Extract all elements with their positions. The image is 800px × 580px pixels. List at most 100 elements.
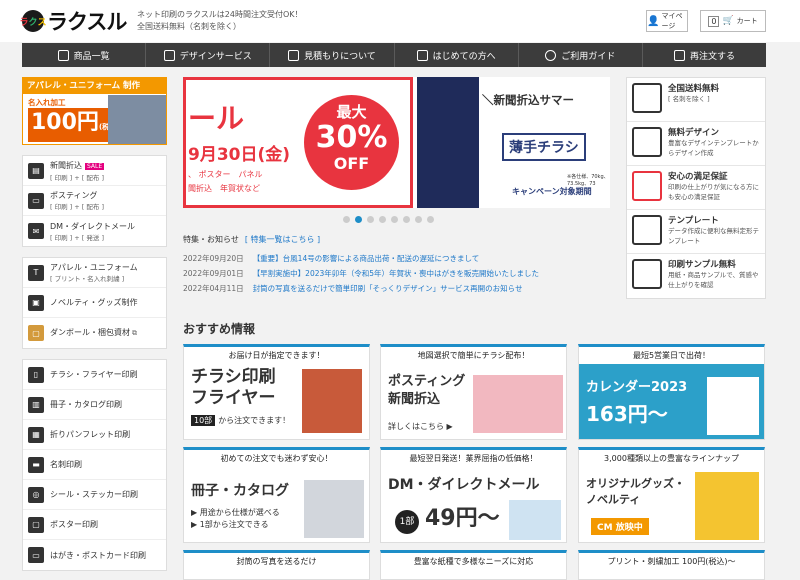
nav-label: はじめての方へ xyxy=(432,51,496,62)
cart-label: カート xyxy=(736,17,758,25)
card-note: ▶ 用途から仕様が選べる xyxy=(191,508,280,517)
sidebar-item-booklet[interactable]: ▥ 冊子・カタログ印刷 xyxy=(23,390,166,420)
card-embroidery[interactable]: プリント・刺繍加工 100円(税込)〜 xyxy=(578,550,765,580)
card-novelty[interactable]: 3,000種類以上の豊富なラインナップ オリジナルグッズ・ ノベルティ CM 放… xyxy=(578,447,765,543)
slide-newspaper-summer[interactable]: ＼新聞折込サマー 薄手チラシ ※各仕様、70kg、73.5kg、73 キャンペー… xyxy=(417,77,610,208)
nav-label: ご利用ガイド xyxy=(561,51,616,62)
feature-free-design[interactable]: 無料デザイン 豊富なデザインテンプレートからデザイン作成 xyxy=(627,122,765,166)
sidebar-item-sub: [ 印刷 ] + [ 発送 ] xyxy=(50,233,104,242)
feature-title: 印刷サンプル無料 xyxy=(668,260,736,270)
mypage-button[interactable]: 👤 マイページ xyxy=(646,10,688,32)
slider-dot-active[interactable] xyxy=(355,216,362,223)
card-flyer[interactable]: お届け日が指定できます！ チラシ印刷 フライヤー 10部 から注文できます！ xyxy=(183,344,370,440)
slider-dot[interactable] xyxy=(343,216,350,223)
news-item[interactable]: 2022年09月20日 【重要】台風14号の影響による商品出荷・配送の遅延につきま… xyxy=(183,251,613,266)
news-title[interactable]: 【重要】台風14号の影響による商品出荷・配送の遅延につきまして xyxy=(253,253,480,264)
cart-count: 0 xyxy=(708,15,720,27)
design-icon xyxy=(632,127,662,157)
postcard-icon: ▭ xyxy=(28,547,44,563)
nav-reorder[interactable]: 再注文する xyxy=(643,43,766,67)
book-icon xyxy=(416,49,428,61)
slider-dot[interactable] xyxy=(427,216,434,223)
news-item[interactable]: 2022年09月01日 【早割実施中】2023年卯年（令和5年）年賀状・喪中はがき… xyxy=(183,266,613,281)
nav-estimate[interactable]: 見積もりについて xyxy=(270,43,395,67)
envelope-icon: ✉ xyxy=(28,223,44,239)
price-value: 100円 xyxy=(31,110,99,135)
card-price: 49円〜 xyxy=(425,506,500,531)
news-item[interactable]: 2022年04月11日 封筒の写真を送るだけで簡単印刷「そっくりデザイン」サービス… xyxy=(183,281,613,296)
mypage-label: マイページ xyxy=(661,12,683,30)
sidebar-item-posting[interactable]: ▭ ポスティング [ 印刷 ] + [ 配布 ] xyxy=(23,186,166,216)
box-icon: ▢ xyxy=(28,325,44,341)
slide2-product: 薄手チラシ xyxy=(502,133,586,161)
card-title: オリジナルグッズ・ ノベルティ xyxy=(586,477,685,506)
sidebar-item-apparel[interactable]: T アパレル・ユニフォーム [ プリント・名入れ刺繍 ] xyxy=(23,258,166,288)
nav-guide[interactable]: ご利用ガイド xyxy=(519,43,643,67)
sidebar-item-poster[interactable]: ▢ ポスター印刷 xyxy=(23,510,166,540)
card-title: DM・ダイレクトメール xyxy=(388,477,540,493)
nav-products[interactable]: 商品一覧 xyxy=(22,43,147,67)
card-top-label: 地図選択で簡単にチラシ配布！ xyxy=(417,351,530,360)
site-logo[interactable]: ラクス ラクスル xyxy=(19,6,127,36)
mailbox-icon: ▭ xyxy=(28,192,44,209)
card-top-label: 封筒の写真を送るだけ xyxy=(236,557,317,566)
sidebar-item-sticker[interactable]: ◎ シール・ステッカー印刷 xyxy=(23,480,166,510)
card-top-label: お届け日が指定できます！ xyxy=(228,351,325,360)
nav-design-service[interactable]: デザインサービス xyxy=(146,43,271,67)
slider-dot[interactable] xyxy=(403,216,410,223)
hero-slider[interactable]: ール 9月30日(金) 、 ポスター パネル 聞折込 年賀状など 最大 30% … xyxy=(183,77,610,208)
news-title[interactable]: 封筒の写真を送るだけで簡単印刷「そっくりデザイン」サービス再開のお知らせ xyxy=(253,283,523,294)
slide-title: ール xyxy=(188,102,245,135)
card-booklet[interactable]: 初めての注文でも迷わず安心！ 冊子・カタログ ▶ 用途から仕様が選べる ▶ 1部… xyxy=(183,447,370,543)
card-link[interactable]: 詳しくはこちら ▶ xyxy=(388,421,453,432)
card-price: 163円〜 xyxy=(586,402,668,426)
apparel-banner[interactable]: アパレル・ユニフォーム 制作 名入れ加工 100円(税込)〜 xyxy=(22,77,167,145)
news-list-link[interactable]: [ 特集一覧はこちら ] xyxy=(245,235,320,244)
sidebar-item-pamphlet[interactable]: ▦ 折りパンフレット印刷 xyxy=(23,420,166,450)
slider-dot[interactable] xyxy=(391,216,398,223)
card-dm[interactable]: 最短翌日発送！業界屈指の低価格！ DM・ダイレクトメール 1部 49円〜 xyxy=(380,447,567,543)
booklet-icon: ▥ xyxy=(28,396,44,413)
discount-value: 30% xyxy=(315,120,388,155)
news-section: 特集・お知らせ [ 特集一覧はこちら ] 2022年09月20日 【重要】台風14号… xyxy=(183,234,613,296)
fireworks-image xyxy=(417,77,479,208)
slide-categories: 、 ポスター パネル 聞折込 年賀状など xyxy=(188,168,263,196)
sidebar-item-dm[interactable]: ✉ DM・ダイレクトメール [ 印刷 ] + [ 発送 ] xyxy=(23,216,166,246)
slider-dot[interactable] xyxy=(379,216,386,223)
document-icon xyxy=(288,49,300,61)
card-calendar[interactable]: 最短5営業日で出荷！ カレンダー2023 163円〜 xyxy=(578,344,765,440)
slider-dot[interactable] xyxy=(415,216,422,223)
tshirt-icon: T xyxy=(28,264,44,281)
feature-guarantee[interactable]: 安心の満足保証 印刷の仕上がりが気になる方にも安心の満足保証 xyxy=(627,166,765,210)
slide-sale[interactable]: ール 9月30日(金) 、 ポスター パネル 聞折込 年賀状など 最大 30% … xyxy=(183,77,413,208)
tagline: ネット印刷のラクスルは24時間注文受付OK！ 全国送料無料（名刺を除く） xyxy=(137,9,302,33)
feature-desc: 印刷の仕上がりが気になる方にも安心の満足保証 xyxy=(668,183,759,201)
slider-dots xyxy=(343,216,434,223)
feature-free-sample[interactable]: 印刷サンプル無料 用紙・商品サンプルで、質感や仕上がりを確認 xyxy=(627,254,765,298)
news-title[interactable]: 【早割実施中】2023年卯年（令和5年）年賀状・喪中はがきを販売開始いたしました xyxy=(253,268,539,279)
sidebar-item-newspaper-insert[interactable]: ▤ 新聞折込 SALE [ 印刷 ] + [ 配布 ] xyxy=(23,156,166,186)
sidebar-item-cardboard[interactable]: ▢ ダンボール・梱包資材 ⧉ xyxy=(23,318,166,348)
sidebar-item-label: 名刺印刷 xyxy=(50,460,82,469)
feature-free-shipping[interactable]: 全国送料無料[ 名刺を除く ] xyxy=(627,78,765,122)
card-paper[interactable]: 豊富な紙種で多様なニーズに対応 xyxy=(380,550,567,580)
nav-label: デザインサービス xyxy=(179,51,252,62)
sidebar-item-label: はがき・ポストカード印刷 xyxy=(50,550,146,560)
card-title: カレンダー2023 xyxy=(586,380,688,395)
feature-template[interactable]: テンプレート データ作成に便利な無料定形テンプレート xyxy=(627,210,765,254)
slider-dot[interactable] xyxy=(367,216,374,223)
card-top-label: 最短翌日発送！業界屈指の低価格！ xyxy=(409,454,538,463)
sidebar-item-sub: [ 印刷 ] + [ 配布 ] xyxy=(50,203,104,211)
card-envelope[interactable]: 封筒の写真を送るだけ xyxy=(183,550,370,580)
cart-button[interactable]: 0 🛒 カート xyxy=(700,10,766,32)
feature-title: 全国送料無料 xyxy=(668,84,720,94)
sidebar-item-business-card[interactable]: ▬ 名刺印刷 xyxy=(23,450,166,480)
apparel-heading: アパレル・ユニフォーム 制作 xyxy=(23,78,166,94)
nav-beginners[interactable]: はじめての方へ xyxy=(395,43,519,67)
sidebar-item-flyer[interactable]: ▯ チラシ・フライヤー印刷 xyxy=(23,360,166,390)
card-note-tag: 10部 xyxy=(191,415,216,426)
card-posting[interactable]: 地図選択で簡単にチラシ配布！ ポスティング 新聞折込 詳しくはこちら ▶ xyxy=(380,344,567,440)
sidebar-item-novelty[interactable]: ▣ ノベルティ・グッズ制作 xyxy=(23,288,166,318)
dm-image xyxy=(509,500,561,540)
sidebar-item-postcard[interactable]: ▭ はがき・ポストカード印刷 xyxy=(23,540,166,570)
